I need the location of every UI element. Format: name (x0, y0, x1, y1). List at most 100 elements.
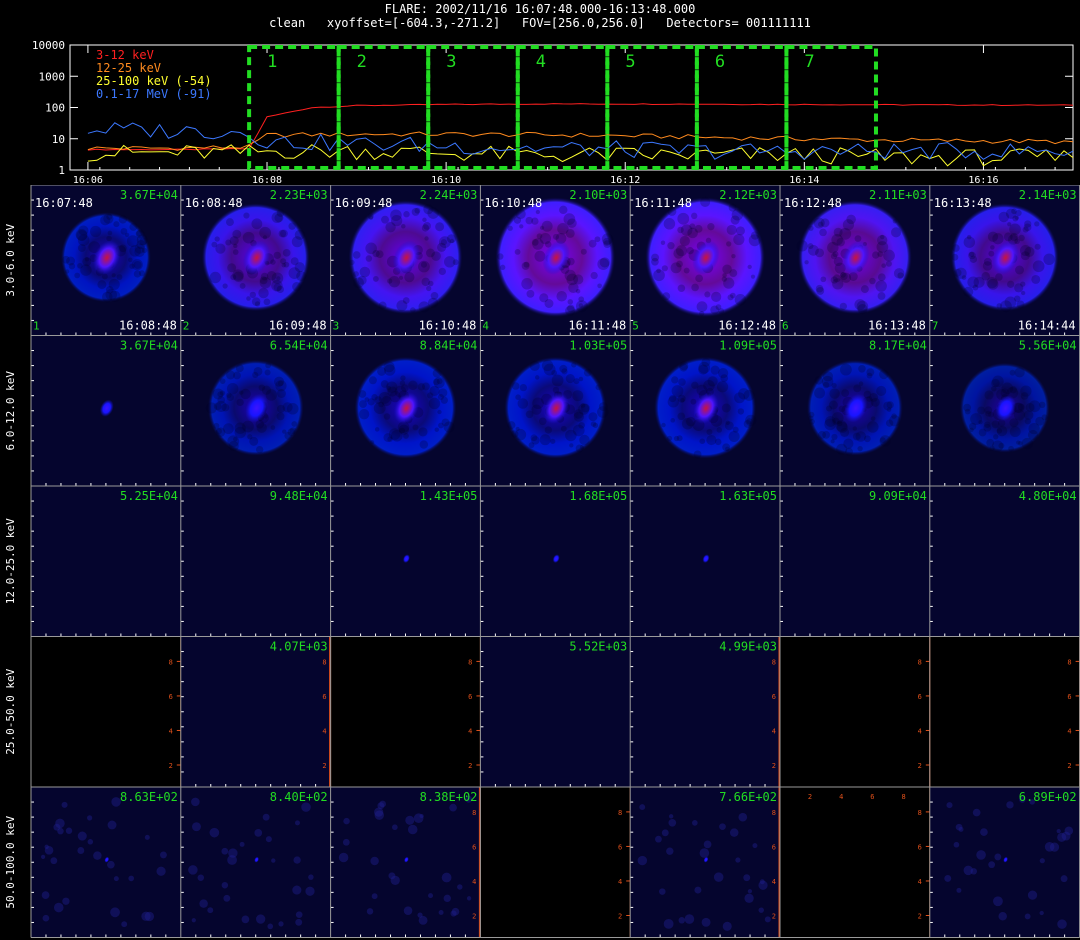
noise-blob (438, 909, 444, 915)
image-cell: 2 4 6 8 (330, 636, 481, 788)
image-cell: 8.17E+04 (780, 335, 930, 486)
noise-blob (703, 840, 712, 849)
image-speckle (831, 433, 838, 441)
blank-image (779, 786, 931, 938)
noise-blob (239, 841, 245, 847)
peak-value-label: 1.68E+05 (569, 489, 627, 503)
image-speckle (661, 422, 666, 428)
lc-interval-label: 1 (267, 52, 277, 72)
image-speckle (731, 254, 736, 259)
image-speckle (1020, 392, 1029, 400)
axis-tick-label: 4 (169, 727, 173, 735)
image-params: clean xyoffset=[-604.3,-271.2] FOV=[256.… (269, 16, 811, 30)
image-speckle (876, 241, 889, 253)
noise-blob (223, 894, 231, 902)
image-speckle (408, 380, 418, 391)
image-speckle (214, 236, 220, 242)
image-cell: 8.84E+04 (330, 335, 481, 486)
image-speckle (1005, 208, 1017, 219)
interval-number: 3 (333, 320, 340, 333)
noise-blob (1056, 829, 1061, 834)
image-cell: 3.67E+04 16:07:48 16:08:48 1 (31, 185, 181, 336)
image-speckle (276, 209, 285, 217)
image-speckle (517, 398, 529, 409)
noise-blob (294, 820, 300, 826)
image-speckle (526, 289, 535, 298)
image-background (929, 486, 1080, 637)
noise-blob (1039, 858, 1045, 864)
image-speckle (877, 273, 886, 282)
noise-blob (944, 874, 952, 882)
axis-tick-label: 2 (618, 913, 622, 921)
image-cell: 9.09E+04 (780, 486, 930, 637)
image-speckle (265, 362, 272, 369)
image-speckle (869, 277, 876, 285)
image-speckle (1021, 437, 1034, 450)
image-speckle (372, 249, 380, 258)
image-speckle (656, 268, 661, 274)
image-speckle (430, 291, 439, 300)
lc-interval-box (694, 45, 789, 170)
image-speckle (423, 221, 431, 230)
image-speckle (598, 402, 608, 412)
noise-blob (713, 872, 724, 882)
image-speckle (242, 231, 255, 244)
image-speckle (689, 223, 696, 230)
axis-tick-label: 8 (322, 658, 326, 666)
noise-blob (371, 893, 378, 900)
image-speckle (718, 308, 725, 314)
axis-tick-label: 4 (772, 727, 776, 735)
image-speckle (387, 386, 398, 397)
image-speckle (691, 381, 699, 389)
image-speckle (1032, 260, 1045, 273)
image-speckle (1014, 367, 1025, 378)
image-speckle (437, 409, 442, 415)
image-speckle (892, 219, 897, 224)
noise-blob (1027, 890, 1038, 900)
noise-blob (392, 824, 398, 831)
image-cell: 1.68E+05 (480, 486, 631, 637)
peak-value-label: 8.84E+04 (420, 339, 478, 353)
axis-tick-label: 2 (808, 793, 812, 801)
image-speckle (209, 271, 222, 284)
noise-blob (1024, 913, 1031, 920)
image-speckle (832, 251, 839, 258)
image-speckle (282, 429, 287, 434)
image-speckle (280, 258, 287, 265)
image-speckle (864, 435, 871, 443)
image-speckle (412, 424, 419, 431)
image-speckle (700, 196, 711, 207)
image-speckle (427, 207, 439, 219)
image-speckle (365, 255, 373, 262)
image-cell: 4.80E+04 (929, 486, 1080, 637)
noise-blob (41, 891, 50, 899)
image-speckle (977, 406, 986, 415)
image-speckle (822, 381, 830, 389)
noise-blob (197, 874, 205, 881)
image-speckle (852, 432, 861, 441)
noise-blob (993, 896, 1003, 907)
start-time-label: 16:12:48 (784, 196, 842, 210)
image-speckle (886, 407, 892, 412)
axis-tick-label: 6 (1067, 693, 1071, 701)
image-speckle (872, 251, 880, 259)
image-speckle (726, 224, 737, 235)
peak-value-label: 8.40E+02 (270, 790, 328, 804)
image-speckle (217, 396, 225, 404)
image-speckle (727, 294, 734, 301)
image-cell: 2.11E+03 16:12:48 16:13:48 6 (780, 185, 930, 336)
noise-blob (77, 831, 87, 841)
image-speckle (418, 301, 430, 313)
image-speckle (232, 269, 244, 281)
peak-value-label: 2.11E+03 (869, 188, 927, 202)
start-time-label: 16:07:48 (35, 196, 93, 210)
lc-xtick-label: 16:14 (789, 175, 819, 185)
image-speckle (885, 419, 894, 427)
image-speckle (232, 249, 239, 255)
image-speckle (683, 267, 690, 274)
image-speckle (106, 235, 112, 242)
image-speckle (579, 434, 590, 446)
image-speckle (387, 436, 393, 442)
end-time-label: 16:14:44 (1018, 319, 1076, 333)
image-speckle (970, 413, 982, 425)
